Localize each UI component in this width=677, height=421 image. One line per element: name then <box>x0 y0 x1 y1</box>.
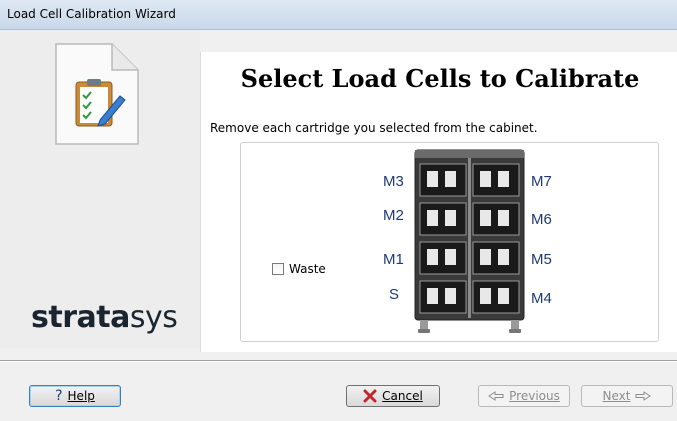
slot-label-m5: M5 <box>531 251 552 268</box>
forward-arrow-icon <box>635 391 652 401</box>
slot-label-m3: M3 <box>383 173 404 190</box>
previous-button[interactable]: Previous <box>478 385 570 407</box>
stratasys-logo: stratasys <box>31 300 178 335</box>
help-button[interactable]: ? Help <box>29 385 121 407</box>
slot-label-m1: M1 <box>383 251 404 268</box>
back-arrow-icon <box>488 391 504 401</box>
cancel-x-icon <box>363 389 377 403</box>
question-mark-icon: ? <box>55 388 63 404</box>
next-button[interactable]: Next <box>581 385 673 407</box>
material-cabinet-image <box>414 149 525 333</box>
slot-label-s: S <box>389 286 400 303</box>
slot-label-m4: M4 <box>531 290 552 307</box>
slot-label-m6: M6 <box>531 211 552 228</box>
window-title: Load Cell Calibration Wizard <box>7 7 176 21</box>
cancel-button[interactable]: Cancel <box>346 385 440 407</box>
button-bar-divider <box>0 360 677 362</box>
slot-label-m2: M2 <box>383 207 404 224</box>
waste-checkbox-row[interactable]: Waste <box>272 262 326 276</box>
title-bar: Load Cell Calibration Wizard <box>0 0 677 30</box>
instruction-text: Remove each cartridge you selected from … <box>210 121 538 135</box>
clipboard-document-icon <box>55 43 139 145</box>
waste-checkbox[interactable] <box>272 263 284 275</box>
waste-checkbox-label: Waste <box>289 262 326 276</box>
page-title: Select Load Cells to Calibrate <box>240 64 640 93</box>
slot-label-m7: M7 <box>531 173 552 190</box>
